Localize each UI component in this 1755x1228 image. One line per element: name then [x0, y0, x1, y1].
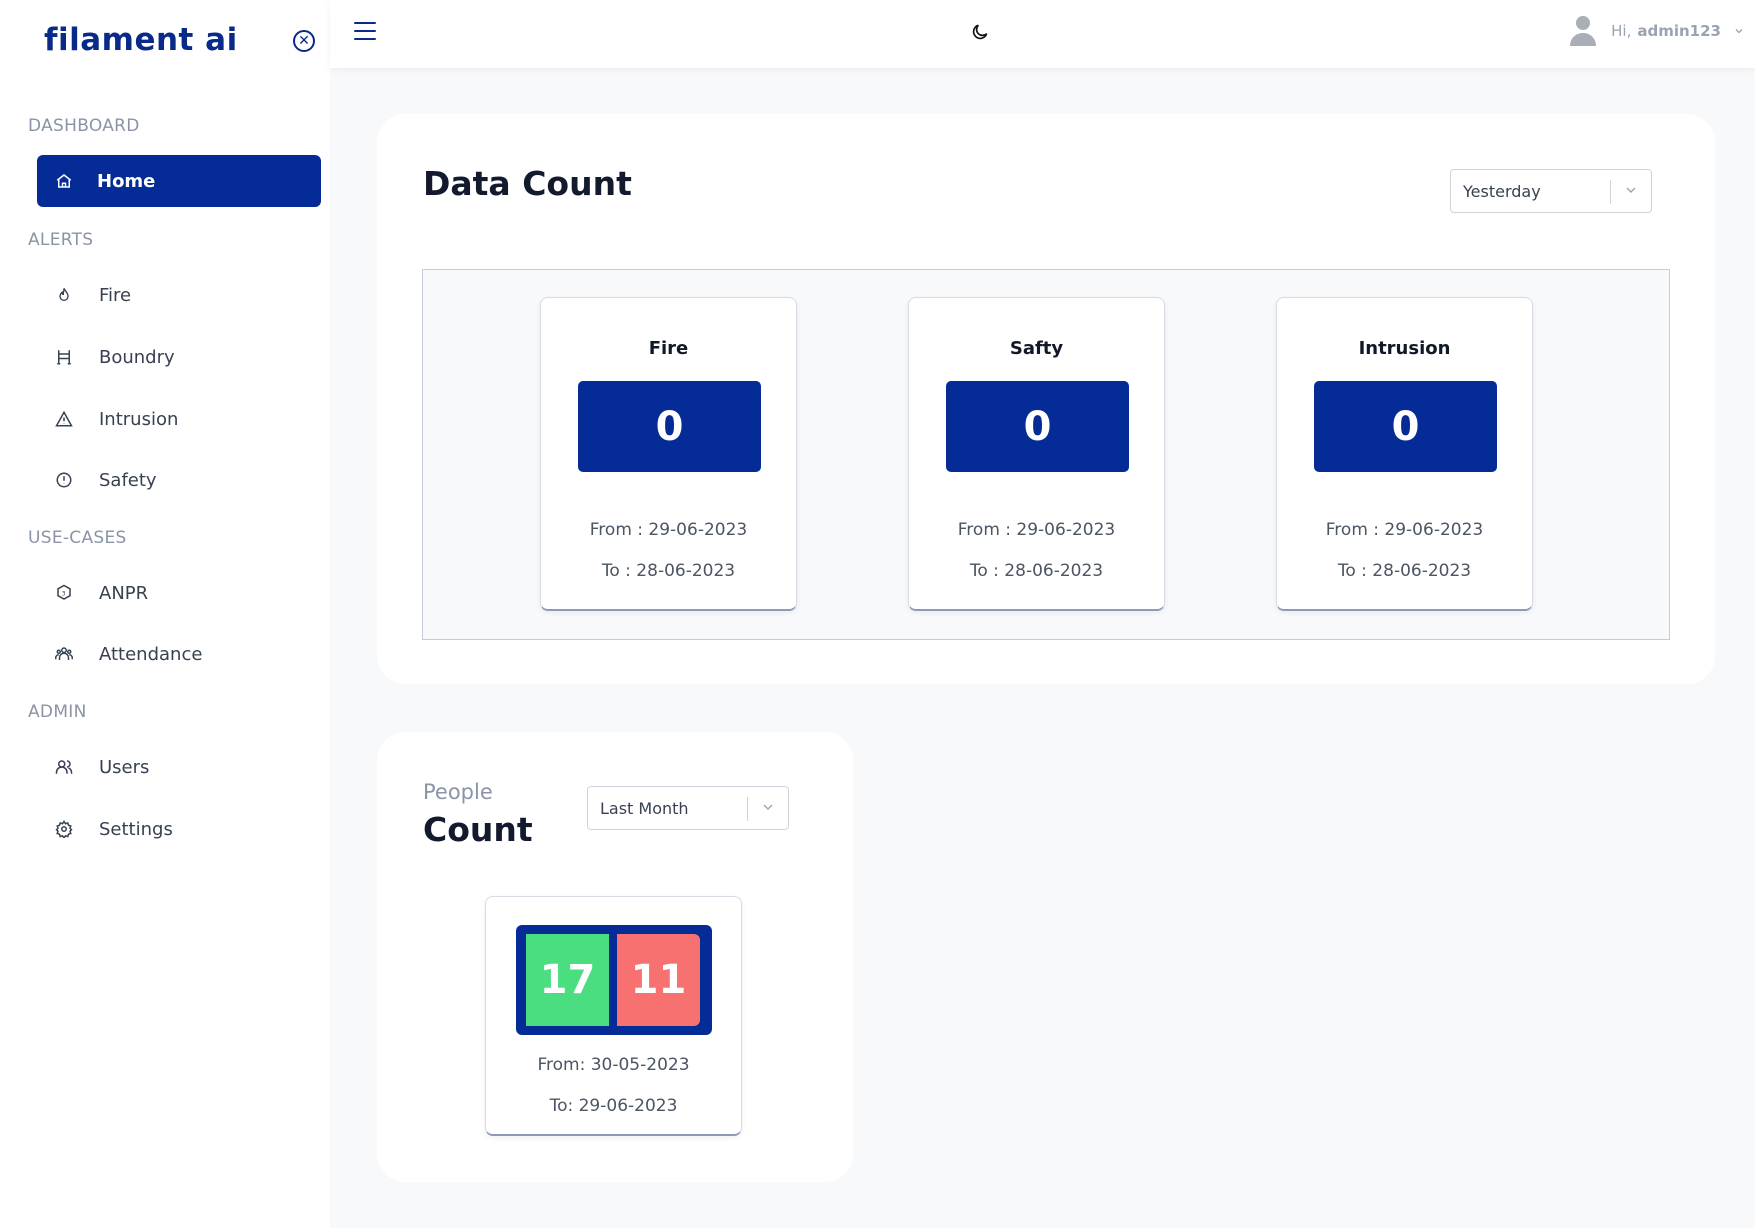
sidebar-item-label: ANPR: [99, 582, 149, 604]
people-count-card: 17 11 From: 30-05-2023 To: 29-06-2023: [485, 896, 742, 1136]
section-use-cases: USE-CASES: [28, 528, 127, 548]
people-in-count: 17: [526, 934, 609, 1026]
warning-icon: [53, 408, 75, 430]
close-sidebar-icon[interactable]: ✕: [293, 30, 315, 52]
sidebar-item-label: Attendance: [99, 643, 203, 665]
barrier-icon: [53, 346, 75, 368]
people-count-from: From: 30-05-2023: [537, 1055, 690, 1075]
card-from: From : 29-06-2023: [957, 520, 1116, 540]
sidebar-item-users[interactable]: Users: [37, 741, 321, 793]
people-count-subtitle: People: [423, 780, 493, 804]
sidebar-item-label: Fire: [99, 284, 132, 306]
card-to: To : 28-06-2023: [601, 561, 736, 581]
section-admin: ADMIN: [28, 702, 87, 722]
select-value: Yesterday: [1463, 181, 1541, 201]
people-count-range-select[interactable]: Last Month: [587, 786, 789, 830]
svg-text:3: 3: [62, 590, 66, 597]
username: admin123: [1637, 22, 1721, 40]
home-icon: [53, 170, 75, 192]
safty-count-card: Safty 0 From : 29-06-2023 To : 28-06-202…: [908, 297, 1165, 611]
card-to: To : 28-06-2023: [969, 561, 1104, 581]
chevron-down-icon: [760, 799, 776, 815]
people-count-to: To: 29-06-2023: [549, 1096, 678, 1116]
sidebar-item-label: Settings: [99, 818, 173, 840]
data-count-cards-container: Fire 0 From : 29-06-2023 To : 28-06-2023…: [422, 269, 1670, 640]
select-value: Last Month: [600, 798, 689, 818]
card-count: 0: [946, 381, 1129, 472]
card-title: Safty: [1009, 338, 1064, 359]
chevron-down-icon: [1733, 22, 1745, 41]
alert-circle-icon: [53, 469, 75, 491]
section-alerts: ALERTS: [28, 230, 94, 250]
sidebar-item-label: Boundry: [99, 346, 175, 368]
user-menu[interactable]: Hi, admin123: [1569, 14, 1745, 48]
sidebar-item-settings[interactable]: Settings: [37, 803, 321, 855]
data-count-panel: Data Count Yesterday Fire 0 From : 29-06…: [377, 114, 1715, 684]
chevron-down-icon: [1623, 182, 1639, 198]
card-title: Fire: [648, 338, 689, 359]
card-to: To : 28-06-2023: [1337, 561, 1472, 581]
sidebar-item-attendance[interactable]: Attendance: [37, 628, 321, 680]
sidebar-item-label: Users: [99, 756, 150, 778]
people-count-panel: People Count Last Month 17 11 From: 30-0…: [377, 732, 853, 1182]
section-dashboard: DASHBOARD: [28, 116, 140, 136]
people-count-display: 17 11: [516, 925, 712, 1035]
sidebar: filament ai ✕ DASHBOARD Home ALERTS Fire…: [0, 0, 330, 1228]
sidebar-item-fire[interactable]: Fire: [37, 269, 321, 321]
card-count: 0: [1314, 381, 1497, 472]
sidebar-item-home[interactable]: Home: [37, 155, 321, 207]
badge-icon: 3: [53, 582, 75, 604]
sidebar-item-anpr[interactable]: 3 ANPR: [37, 567, 321, 619]
sidebar-item-label: Home: [97, 170, 156, 192]
greeting-text: Hi,: [1611, 22, 1632, 40]
gear-icon: [53, 818, 75, 840]
people-out-count: 11: [617, 934, 700, 1026]
topbar: Hi, admin123: [330, 0, 1755, 68]
flame-icon: [53, 284, 75, 306]
people-count-title: Count: [423, 810, 533, 849]
menu-icon[interactable]: [354, 22, 376, 42]
data-count-range-select[interactable]: Yesterday: [1450, 169, 1652, 213]
card-from: From : 29-06-2023: [1325, 520, 1484, 540]
data-count-title: Data Count: [423, 164, 632, 203]
users-icon: [53, 756, 75, 778]
sidebar-item-label: Safety: [99, 469, 157, 491]
sidebar-item-safety[interactable]: Safety: [37, 454, 321, 506]
sidebar-item-intrusion[interactable]: Intrusion: [37, 393, 321, 445]
intrusion-count-card: Intrusion 0 From : 29-06-2023 To : 28-06…: [1276, 297, 1533, 611]
moon-icon[interactable]: [970, 22, 992, 44]
group-icon: [53, 643, 75, 665]
avatar: [1569, 14, 1599, 48]
card-count: 0: [578, 381, 761, 472]
card-title: Intrusion: [1358, 338, 1451, 359]
sidebar-item-label: Intrusion: [99, 408, 179, 430]
fire-count-card: Fire 0 From : 29-06-2023 To : 28-06-2023: [540, 297, 797, 611]
sidebar-item-boundry[interactable]: Boundry: [37, 331, 321, 383]
card-from: From : 29-06-2023: [589, 520, 748, 540]
brand-logo[interactable]: filament ai: [44, 22, 238, 58]
